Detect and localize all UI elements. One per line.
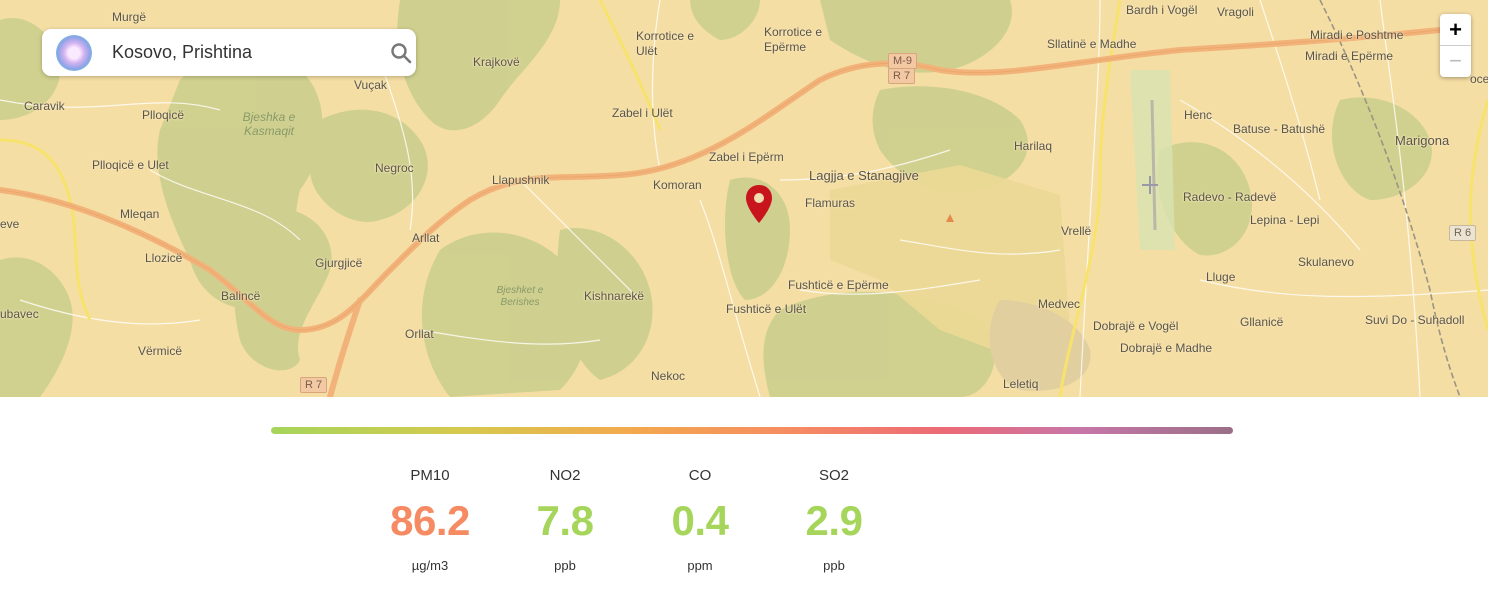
map-label-place: Vuçak (354, 78, 387, 92)
metric-unit: µg/m3 (411, 558, 449, 573)
metric-name: NO2 (549, 467, 581, 484)
road-shield: R 6 (1449, 225, 1477, 241)
map-label-place: Gllanicë (1240, 315, 1284, 329)
map-label-place: Bardh i Vogël (1126, 3, 1198, 17)
map-label-place: Lluge (1206, 270, 1236, 284)
map-label-place: Dobrajë e Vogël (1093, 319, 1179, 333)
road-shield: M-9 (888, 53, 917, 69)
search-box[interactable] (42, 29, 416, 76)
map-label-place: ubavec (0, 307, 39, 321)
map-label-place: Vragoli (1217, 5, 1254, 19)
map-label-place: Suvi Do - Suhadoll (1365, 313, 1465, 327)
map-label-place: Korrotice e Ulët (636, 29, 695, 58)
map-label-place: Leletiq (1003, 377, 1039, 391)
metric-so2: SO2 2.9 ppb (774, 466, 894, 574)
map-label-place: Kishnarekë (584, 289, 645, 303)
map-label-place: Mleqan (120, 207, 160, 221)
map-label-place: Sllatinë e Madhe (1047, 37, 1137, 51)
search-icon[interactable] (390, 42, 412, 64)
metric-unit: ppb (554, 558, 576, 573)
map-label-place: Llozicë (145, 251, 183, 265)
map-label-place: Skulanevo (1298, 255, 1355, 269)
map-label-place: Llapushnik (492, 173, 550, 187)
map-label-place: Plloqicë (142, 108, 185, 122)
map-label-place: Dobrajë e Madhe (1120, 341, 1213, 355)
map-label-place: Zabel i Epërm (709, 150, 784, 164)
map-label-place: Harilaq (1014, 139, 1053, 153)
map-label-place: Fushticë e Ulët (726, 302, 807, 316)
map-label-place: eve (0, 217, 20, 231)
metric-no2: NO2 7.8 ppb (505, 466, 625, 574)
map-label-place: Miradi e Poshtme (1310, 28, 1404, 42)
metric-co: CO 0.4 ppm (640, 466, 760, 574)
map-label-place: oce (1470, 72, 1488, 86)
metric-name: PM10 (410, 467, 450, 484)
map-label-place: Lagjja e Stanagjive (809, 168, 919, 183)
metric-value: 0.4 (671, 497, 729, 544)
map-label-place: Medvec (1038, 297, 1081, 311)
map-label-place: Zabel i Ulët (612, 106, 673, 120)
map-label-place: Komoran (653, 178, 702, 192)
map-label-forest: Bjeshka e Kasmaqit (242, 110, 296, 138)
map-label-place: Balincë (221, 289, 261, 303)
map-label-place: Gjurgjicë (315, 256, 363, 270)
map-label-place: Henc (1184, 108, 1213, 122)
app-logo-icon (56, 35, 92, 71)
metric-name: SO2 (818, 467, 849, 484)
road-shield: R 7 (300, 377, 328, 393)
map-label-place: Caravik (24, 99, 65, 113)
metric-value: 7.8 (536, 497, 594, 544)
metric-pm10: PM10 86.2 µg/m3 (370, 466, 490, 574)
map-label-place: Arllat (412, 231, 440, 245)
metric-name: CO (688, 467, 712, 484)
metric-unit: ppb (823, 558, 845, 573)
air-quality-scale-bar (271, 427, 1233, 434)
map-label-place: Korrotice e Epërme (764, 25, 823, 54)
metric-value: 86.2 (390, 497, 470, 544)
map-label-forest: Bjeshket e Berishes (496, 285, 544, 308)
zoom-control: + − (1440, 14, 1471, 77)
metric-unit: ppm (687, 558, 713, 573)
map[interactable]: Murgë Caravik Plloqicë Plloqicë e Ulet M… (0, 0, 1488, 397)
map-label-place: Plloqicë e Ulet (92, 158, 169, 172)
search-input[interactable] (112, 39, 382, 65)
map-label-place: Orllat (405, 327, 434, 341)
map-label-place: Miradi e Epërme (1305, 49, 1394, 63)
map-label-place: Vërmicë (138, 344, 183, 358)
zoom-out-button[interactable]: − (1440, 46, 1471, 77)
zoom-in-button[interactable]: + (1440, 14, 1471, 46)
road-shield: R 7 (888, 68, 916, 84)
map-label-place: Fushticë e Epërme (788, 278, 889, 292)
map-label-place: Nekoc (651, 369, 686, 383)
map-label-place: Radevo - Radevë (1183, 190, 1277, 204)
map-label-place: Flamuras (805, 196, 856, 210)
map-label-place: Batuse - Batushë (1233, 122, 1326, 136)
metric-value: 2.9 (805, 497, 863, 544)
map-label-place: Krajkovë (473, 55, 520, 69)
map-label-place: Negroc (375, 161, 414, 175)
map-label-place: Marigona (1395, 133, 1450, 148)
location-marker-icon[interactable] (744, 184, 774, 224)
map-label-place: Lepina - Lepi (1250, 213, 1320, 227)
map-label-place: Murgë (112, 10, 147, 24)
map-label-place: Vrellë (1061, 224, 1092, 238)
